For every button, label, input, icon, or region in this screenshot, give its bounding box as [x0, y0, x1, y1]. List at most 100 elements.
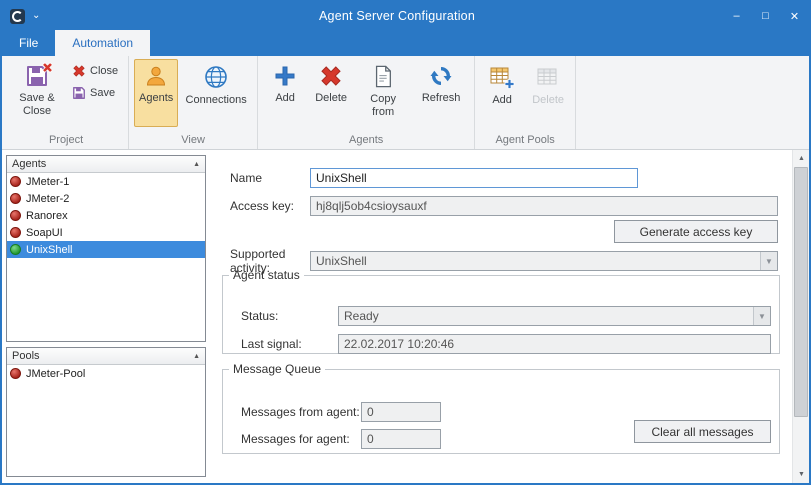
- refresh-icon: [429, 64, 453, 88]
- clear-all-messages-label: Clear all messages: [651, 425, 753, 439]
- pools-header-label: Pools: [12, 350, 193, 362]
- main-content: Agents ▲ JMeter-1 JMeter-2 Ranorex SoapU…: [2, 150, 809, 483]
- view-agents-button[interactable]: Agents: [134, 59, 178, 127]
- view-connections-button[interactable]: Connections: [180, 59, 252, 127]
- pools-list-header[interactable]: Pools ▲: [7, 348, 205, 365]
- agent-status-icon: [10, 210, 21, 221]
- last-signal-row: Last signal:: [241, 334, 771, 354]
- group-label-project: Project: [7, 133, 125, 149]
- last-signal-label: Last signal:: [241, 337, 338, 351]
- pool-delete-button: Delete: [526, 59, 570, 127]
- messages-for-label: Messages for agent:: [241, 432, 361, 446]
- agent-name: UnixShell: [26, 244, 72, 256]
- project-small-buttons: Close Save: [67, 59, 123, 102]
- ribbon-tab-row: File Automation: [2, 30, 809, 56]
- generate-access-key-label: Generate access key: [640, 225, 753, 239]
- name-label: Name: [230, 171, 310, 185]
- save-and-close-label: Save & Close: [12, 92, 62, 118]
- tab-file[interactable]: File: [2, 30, 55, 56]
- status-combobox: Ready ▼: [338, 306, 771, 326]
- minimize-button[interactable]: –: [722, 2, 751, 30]
- copy-from-label: Copy from: [358, 93, 408, 119]
- refresh-label: Refresh: [422, 92, 461, 105]
- name-row: Name: [230, 168, 778, 188]
- copy-from-button[interactable]: Copy from: [355, 59, 411, 127]
- agent-list-item-selected[interactable]: UnixShell: [7, 241, 205, 258]
- pool-add-button[interactable]: Add: [480, 59, 524, 127]
- agents-list-header[interactable]: Agents ▲: [7, 156, 205, 173]
- clear-all-messages-button[interactable]: Clear all messages: [634, 420, 771, 443]
- pool-list-item[interactable]: JMeter-Pool: [7, 365, 205, 382]
- agent-status-icon: [10, 176, 21, 187]
- save-and-close-button[interactable]: Save & Close: [9, 59, 65, 127]
- agent-list-item[interactable]: JMeter-1: [7, 173, 205, 190]
- view-agents-label: Agents: [139, 92, 173, 105]
- message-queue-title: Message Queue: [229, 362, 325, 376]
- agent-detail-form: Name Access key: Generate access key Sup…: [210, 150, 788, 483]
- group-label-agent-pools: Agent Pools: [478, 133, 572, 149]
- ribbon: Save & Close Close Save: [2, 56, 809, 150]
- pool-delete-grid-icon: [535, 64, 561, 90]
- title-bar: ⌄ Agent Server Configuration – □ ✕: [2, 2, 809, 30]
- messages-for-input: [361, 429, 441, 449]
- scroll-down-icon[interactable]: ▼: [793, 466, 810, 483]
- agent-status-title: Agent status: [229, 268, 304, 282]
- agents-view-icon: [144, 64, 168, 88]
- agent-delete-button[interactable]: Delete: [309, 59, 353, 127]
- agents-list-panel: Agents ▲ JMeter-1 JMeter-2 Ranorex SoapU…: [6, 155, 206, 342]
- name-input[interactable]: [310, 168, 638, 188]
- agent-status-icon: [10, 244, 21, 255]
- pools-list-panel: Pools ▲ JMeter-Pool: [6, 347, 206, 477]
- save-button[interactable]: Save: [67, 84, 123, 102]
- group-label-view: View: [132, 133, 254, 149]
- agent-server-configuration-window: ⌄ Agent Server Configuration – □ ✕ File …: [0, 0, 811, 485]
- message-queue-groupbox: Message Queue Messages from agent: Messa…: [222, 362, 780, 454]
- agent-add-button[interactable]: Add: [263, 59, 307, 127]
- close-window-button[interactable]: ✕: [780, 2, 809, 30]
- pool-add-label: Add: [492, 94, 512, 107]
- save-and-close-icon: [25, 64, 49, 88]
- copy-from-document-icon: [372, 64, 394, 89]
- status-label: Status:: [241, 309, 338, 323]
- agent-status-groupbox: Agent status Status: Ready ▼ Last signal…: [222, 268, 780, 354]
- agent-delete-label: Delete: [315, 92, 347, 105]
- refresh-button[interactable]: Refresh: [413, 59, 469, 127]
- sort-ascending-icon: ▲: [193, 161, 200, 168]
- add-plus-icon: [273, 64, 297, 88]
- view-connections-label: Connections: [186, 94, 247, 107]
- access-key-label: Access key:: [230, 199, 310, 213]
- pool-name: JMeter-Pool: [26, 368, 85, 380]
- agent-list-item[interactable]: JMeter-2: [7, 190, 205, 207]
- maximize-button[interactable]: □: [751, 2, 780, 30]
- scroll-up-icon[interactable]: ▲: [793, 150, 810, 167]
- agent-list-item[interactable]: Ranorex: [7, 207, 205, 224]
- agent-name: JMeter-2: [26, 193, 69, 205]
- access-key-input: [310, 196, 778, 216]
- agent-list-item[interactable]: SoapUI: [7, 224, 205, 241]
- ribbon-group-view: Agents Connections View: [129, 56, 258, 149]
- agents-header-label: Agents: [12, 158, 193, 170]
- sort-ascending-icon: ▲: [193, 353, 200, 360]
- vertical-scrollbar[interactable]: ▲ ▼: [792, 150, 809, 483]
- messages-from-label: Messages from agent:: [241, 405, 361, 419]
- window-title: Agent Server Configuration: [72, 9, 722, 23]
- close-project-icon: [72, 64, 86, 78]
- last-signal-input: [338, 334, 771, 354]
- scrollbar-thumb[interactable]: [794, 167, 808, 417]
- group-label-agents: Agents: [261, 133, 471, 149]
- ribbon-group-agents: Add Delete Copy from: [258, 56, 475, 149]
- save-icon: [72, 86, 86, 100]
- close-project-button[interactable]: Close: [67, 62, 123, 80]
- tab-automation[interactable]: Automation: [55, 30, 150, 56]
- access-key-row: Access key:: [230, 196, 778, 216]
- supported-activity-value: UnixShell: [311, 254, 760, 268]
- delete-x-icon: [319, 64, 343, 88]
- quick-access-chevron-icon[interactable]: ⌄: [32, 11, 40, 21]
- messages-from-input: [361, 402, 441, 422]
- agent-status-icon: [10, 193, 21, 204]
- agent-name: Ranorex: [26, 210, 68, 222]
- app-logo-icon[interactable]: [10, 9, 25, 24]
- pool-delete-label: Delete: [532, 94, 564, 107]
- connections-globe-icon: [203, 64, 229, 90]
- generate-access-key-button[interactable]: Generate access key: [614, 220, 778, 243]
